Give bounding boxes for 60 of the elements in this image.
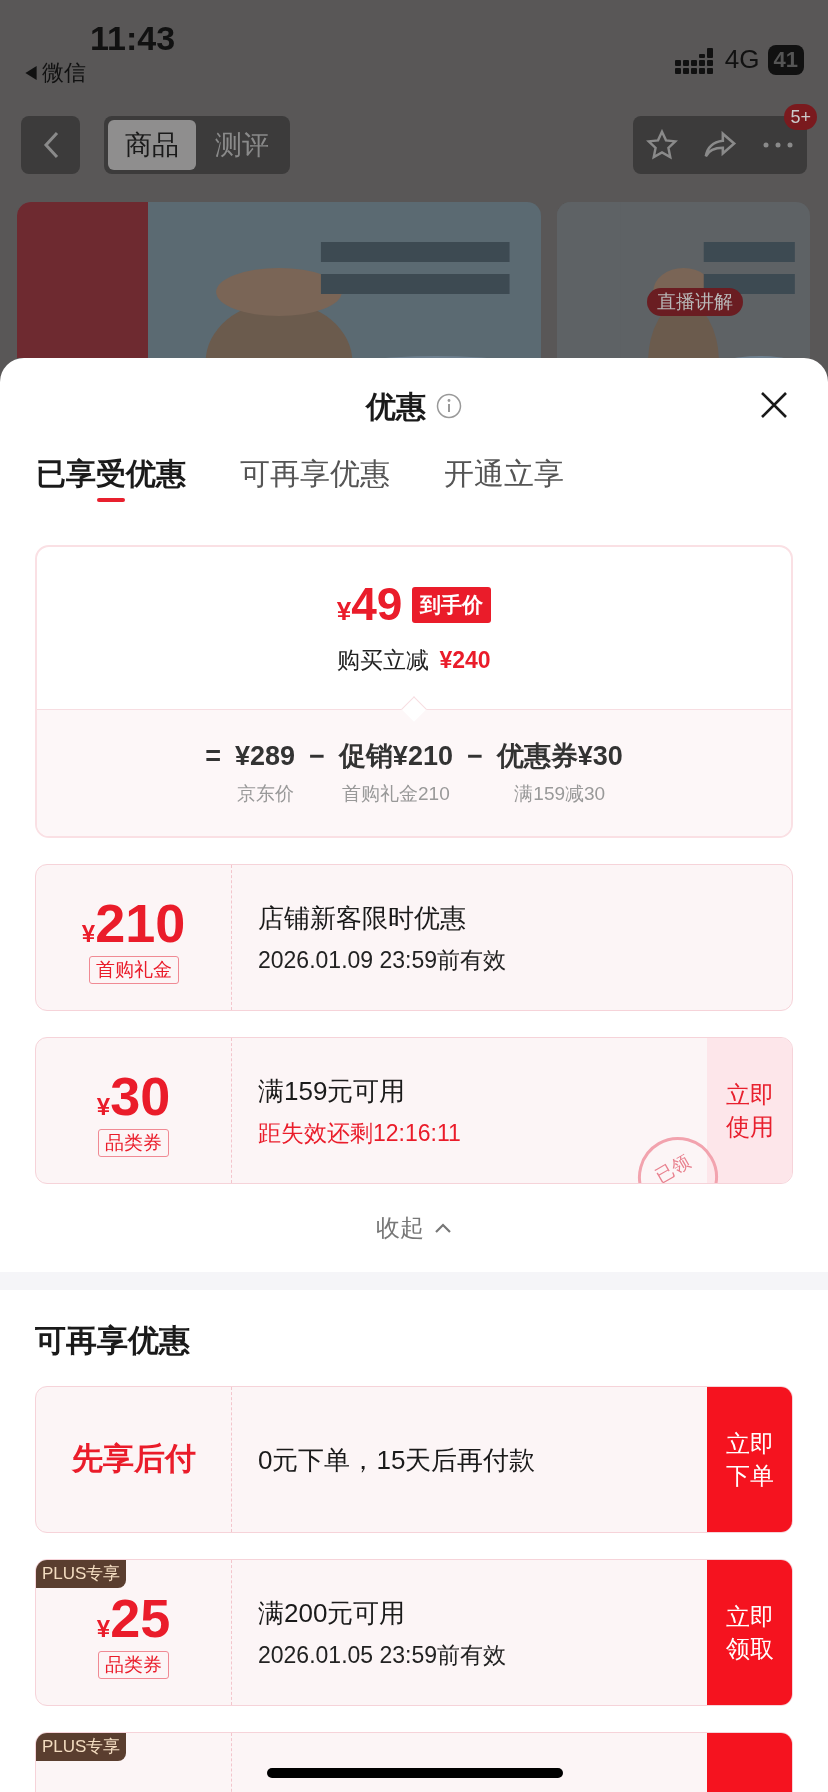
back-to-app-link[interactable]: 微信 [24, 58, 176, 88]
battery-level: 41 [767, 44, 804, 75]
breakdown-note: 京东价 [236, 781, 294, 806]
breakdown-amount: 促销¥210 [338, 739, 453, 773]
coupon-title: 满159元可用 [258, 1074, 407, 1108]
breakdown-amount: ¥289 [235, 739, 296, 773]
live-badge: 直播讲解 [647, 288, 743, 316]
coupon-amount: 210 [95, 891, 186, 954]
network-type: 4G [724, 43, 760, 76]
star-icon [646, 129, 678, 161]
currency-symbol: ¥ [336, 596, 352, 629]
section-title: 可再享优惠 [34, 1322, 191, 1360]
close-button[interactable] [760, 391, 788, 419]
coupon-validity: 2026.01.09 23:59前有效 [258, 945, 508, 975]
back-icon [42, 131, 59, 159]
coupon-action-button[interactable]: 立即领取 [707, 1560, 792, 1705]
coupon-validity: 距失效还剩12:16:11 [258, 1118, 462, 1148]
back-triangle-icon [24, 66, 38, 80]
more-icon [763, 142, 793, 148]
final-price: 49 [351, 578, 403, 631]
coupon-title: 满200元可用 [258, 1596, 407, 1630]
share-icon [703, 130, 737, 160]
discount-tab[interactable]: 已享受优惠 [36, 454, 186, 506]
saving-amount: ¥240 [439, 646, 491, 676]
operator-sign: = [205, 739, 221, 773]
notification-badge: 5+ [784, 104, 817, 130]
coupon-label: 先享后付 [71, 1440, 196, 1479]
page-tab[interactable]: 商品 [108, 120, 196, 170]
clock-time: 11:43 [90, 18, 176, 58]
back-button[interactable] [21, 116, 80, 174]
coupon-amount: 30 [110, 1064, 171, 1127]
coupon-action-button[interactable]: 立即下单 [707, 1387, 792, 1532]
coupon-action-button[interactable]: 立即使用 [707, 1038, 792, 1183]
coupon-title: 店铺新客限时优惠 [258, 901, 467, 935]
coupon-tag: 品类券 [98, 1128, 169, 1157]
final-price-tag: 到手价 [412, 586, 492, 623]
plus-badge: PLUS专享 [36, 1733, 127, 1761]
discount-tab[interactable]: 开通立享 [444, 454, 564, 506]
coupon-tag: 品类券 [98, 1650, 169, 1679]
collapse-button[interactable]: 收起 [376, 1210, 452, 1246]
breakdown-note: 满159减30 [514, 781, 606, 806]
plus-badge: PLUS专享 [36, 1560, 127, 1588]
currency-symbol: ¥ [96, 1092, 111, 1122]
saving-label: 购买立减 [337, 646, 430, 676]
sheet-title: 优惠 [366, 388, 426, 425]
coupon-tag: 首购礼金 [88, 955, 179, 984]
coupon-amount: 25 [110, 1586, 171, 1649]
info-icon [436, 393, 462, 419]
close-icon [760, 391, 788, 419]
operator-sign: − [309, 739, 325, 773]
page-tab[interactable]: 测评 [198, 120, 286, 170]
breakdown-note: 首购礼金210 [342, 781, 450, 806]
chevron-up-icon [434, 1222, 452, 1234]
currency-symbol: ¥ [96, 1614, 111, 1644]
discount-tab[interactable]: 可再享优惠 [240, 454, 390, 506]
operator-sign: − [466, 739, 483, 773]
currency-symbol: ¥ [81, 919, 96, 949]
coupon-title: 0元下单，15天后再付款 [258, 1443, 537, 1477]
coupon-validity: 2026.01.05 23:59前有效 [258, 1640, 508, 1670]
breakdown-amount: 优惠券¥30 [496, 739, 623, 773]
